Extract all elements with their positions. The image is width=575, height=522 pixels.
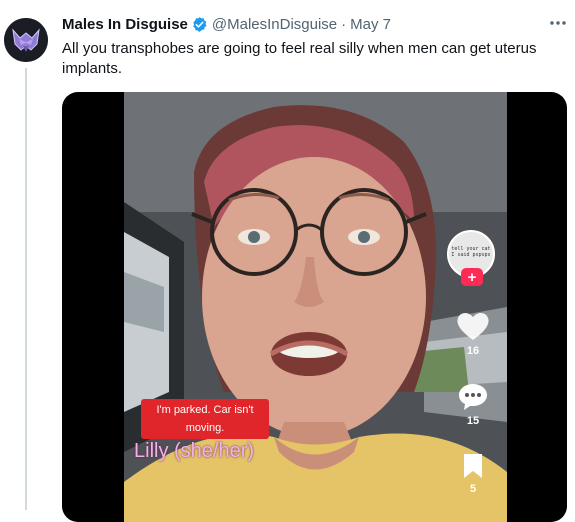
video-player[interactable]: I'm parked. Car isn't moving. Lilly (she… <box>62 92 567 522</box>
verified-badge-icon[interactable] <box>191 16 208 33</box>
save-count: 5 <box>469 483 477 495</box>
video-name-tag: Lilly (she/her) <box>134 440 255 462</box>
tweet-text: All you transphobes are going to feel re… <box>62 40 537 77</box>
comment-icon <box>459 384 487 410</box>
creator-avatar-text: tell your cat I said pspsps <box>451 246 491 258</box>
author-name[interactable]: Males In Disguise <box>62 16 188 33</box>
header-separator: · <box>341 16 347 33</box>
comment-button[interactable]: 15 <box>457 382 489 427</box>
heart-icon <box>457 312 489 340</box>
comment-count: 15 <box>466 415 480 427</box>
save-button[interactable]: 5 <box>461 452 485 495</box>
bookmark-icon <box>464 454 482 478</box>
avatar[interactable] <box>4 18 48 62</box>
author-handle[interactable]: @MalesInDisguise <box>212 16 337 33</box>
more-options-icon[interactable] <box>547 12 569 34</box>
thread-line <box>25 68 27 510</box>
video-caption: I'm parked. Car isn't moving. <box>141 399 269 439</box>
decepticon-logo-icon <box>4 18 48 62</box>
follow-plus-icon[interactable]: + <box>461 268 483 286</box>
like-count: 16 <box>466 345 480 357</box>
tweet-header: Males In Disguise @MalesInDisguise · May… <box>62 16 391 33</box>
tweet-date[interactable]: May 7 <box>350 16 391 33</box>
like-button[interactable]: 16 <box>455 310 491 357</box>
